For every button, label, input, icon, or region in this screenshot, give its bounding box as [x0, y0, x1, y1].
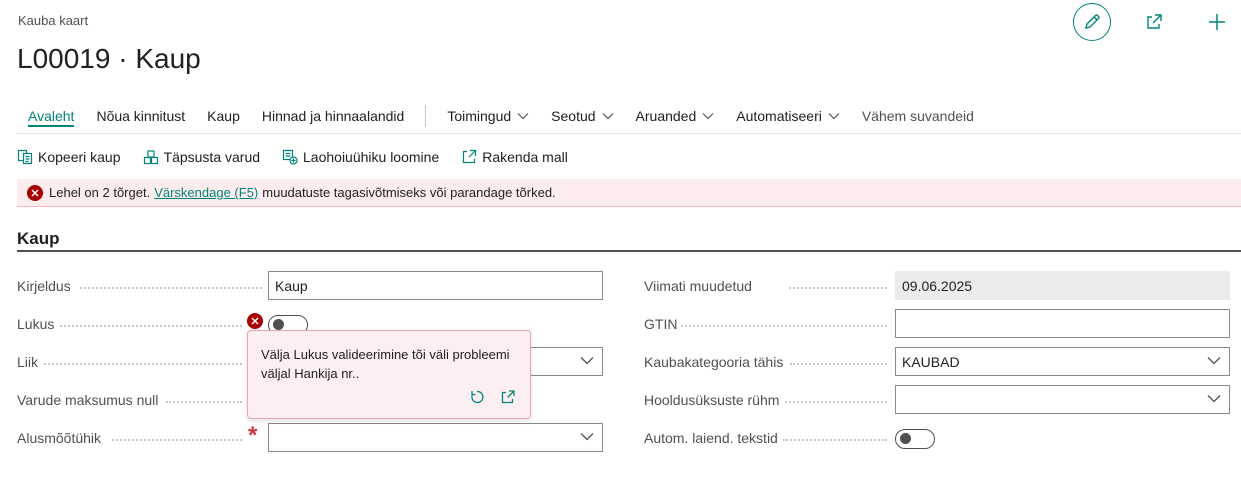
alusmootuhik-select[interactable] [268, 423, 603, 452]
chevron-down-icon [602, 112, 614, 120]
undo-icon [471, 390, 484, 404]
select-value: KAUBAD [902, 353, 960, 370]
field-label-varude-maksumus-null: Varude maksumus null [17, 392, 159, 408]
tab-label: Toimingud [447, 108, 512, 124]
chevron-down-icon [580, 432, 594, 441]
field-label-lukus: Lukus [17, 316, 55, 332]
tab-noua-kinnitust[interactable]: Nõua kinnitust [85, 100, 196, 132]
plus-icon [1209, 14, 1225, 30]
label-leader [112, 439, 242, 441]
label-leader [80, 287, 262, 289]
section-divider [17, 250, 1241, 252]
field-label-kaubakategooria-tahis: Kaubakategooria tähis [644, 354, 784, 370]
action-label: Kopeeri kaup [38, 149, 121, 165]
field-label-liik: Liik [17, 354, 39, 370]
action-bar: Kopeeri kaup Täpsusta varud Laohoiuühiku… [17, 143, 590, 171]
tab-label: Seotud [551, 108, 596, 124]
copy-icon [17, 149, 33, 165]
toggle-knob [273, 319, 284, 330]
tabs-divider [17, 133, 1241, 134]
copy-item-button[interactable]: Kopeeri kaup [17, 149, 121, 165]
chevron-down-icon [702, 112, 714, 120]
chevron-down-icon [1207, 394, 1221, 403]
chevron-down-icon [517, 112, 529, 120]
error-message-tail: muudatuste tagasivõtmiseks või parandage… [262, 185, 556, 200]
field-label-gtin: GTIN [644, 316, 678, 332]
field-label-viimati-muudetud: Viimati muudetud [644, 278, 752, 294]
action-label: Laohoiuühiku loomine [303, 149, 440, 165]
edit-button[interactable] [1073, 3, 1111, 41]
autom-laiend-tekstid-toggle[interactable] [895, 429, 935, 449]
label-leader [681, 325, 887, 327]
required-indicator: * [248, 422, 258, 449]
kaubakategooria-select[interactable]: KAUBAD [895, 347, 1230, 376]
create-sku-icon [282, 149, 298, 165]
field-label-autom-laiend-tekstid: Autom. laiend. tekstid [644, 430, 778, 446]
action-label: Rakenda mall [482, 149, 568, 165]
adjust-inventory-button[interactable]: Täpsusta varud [143, 149, 261, 165]
error-notification-bar: Lehel on 2 tõrget. Värskendage (F5) muud… [17, 179, 1241, 207]
refresh-link[interactable]: Värskendage (F5) [154, 185, 258, 200]
label-leader [785, 401, 887, 403]
apply-template-button[interactable]: Rakenda mall [461, 149, 568, 165]
tooltip-message: Välja Lukus valideerimine tõi väli probl… [261, 347, 510, 381]
share-icon [1147, 14, 1162, 29]
error-icon [27, 184, 43, 201]
viimati-muudetud-value: 09.06.2025 [895, 271, 1230, 300]
action-label: Täpsusta varud [163, 149, 261, 165]
label-leader [60, 325, 242, 327]
label-leader [166, 401, 242, 403]
tab-seotud[interactable]: Seotud [540, 100, 624, 132]
undo-button[interactable] [467, 387, 487, 407]
label-leader [790, 363, 887, 365]
validation-error-tooltip: Välja Lukus valideerimine tõi väli probl… [247, 330, 531, 419]
tooltip-share-button[interactable] [498, 387, 518, 407]
apply-template-icon [461, 149, 477, 165]
tab-label: Aruanded [635, 108, 697, 124]
tab-vahem-suvandeid[interactable]: Vähem suvandeid [851, 100, 985, 132]
chevron-down-icon [580, 356, 594, 365]
label-leader [783, 439, 887, 441]
pencil-icon [1085, 14, 1100, 29]
field-error-icon[interactable] [247, 313, 263, 329]
inventory-icon [143, 149, 159, 165]
breadcrumb: Kauba kaart [18, 13, 89, 28]
add-button[interactable] [1203, 8, 1231, 36]
create-sku-button[interactable]: Laohoiuühiku loomine [282, 149, 439, 165]
chevron-down-icon [828, 112, 840, 120]
kirjeldus-input[interactable]: Kaup [268, 271, 603, 300]
error-message: Lehel on 2 tõrget. [49, 185, 151, 200]
field-label-alusmootuhik: Alusmõõtühik [17, 430, 102, 446]
hooldusuksuste-ruhm-select[interactable] [895, 385, 1230, 414]
share-icon [501, 390, 515, 404]
tab-hinnad[interactable]: Hinnad ja hinnaalandid [251, 100, 415, 132]
tab-kaup[interactable]: Kaup [196, 100, 251, 132]
tab-avaleht[interactable]: Avaleht [17, 100, 85, 132]
tab-toimingud[interactable]: Toimingud [436, 100, 540, 132]
gtin-input[interactable] [895, 309, 1230, 338]
tab-label: Automatiseeri [736, 108, 822, 124]
field-label-kirjeldus: Kirjeldus [17, 278, 71, 294]
page-title: L00019 · Kaup [17, 43, 201, 74]
field-label-hooldusuksuste-ruhm: Hooldusüksuste rühm [644, 392, 780, 408]
tab-aruanded[interactable]: Aruanded [625, 100, 726, 132]
toggle-knob [900, 433, 911, 444]
share-button[interactable] [1140, 8, 1168, 36]
action-tabs: Avaleht Nõua kinnitust Kaup Hinnad ja hi… [17, 100, 985, 132]
chevron-down-icon [1207, 356, 1221, 365]
label-leader [789, 287, 887, 289]
label-leader [44, 363, 242, 365]
section-title: Kaup [17, 229, 60, 248]
tab-separator [425, 105, 427, 127]
tab-automatiseeri[interactable]: Automatiseeri [725, 100, 851, 132]
